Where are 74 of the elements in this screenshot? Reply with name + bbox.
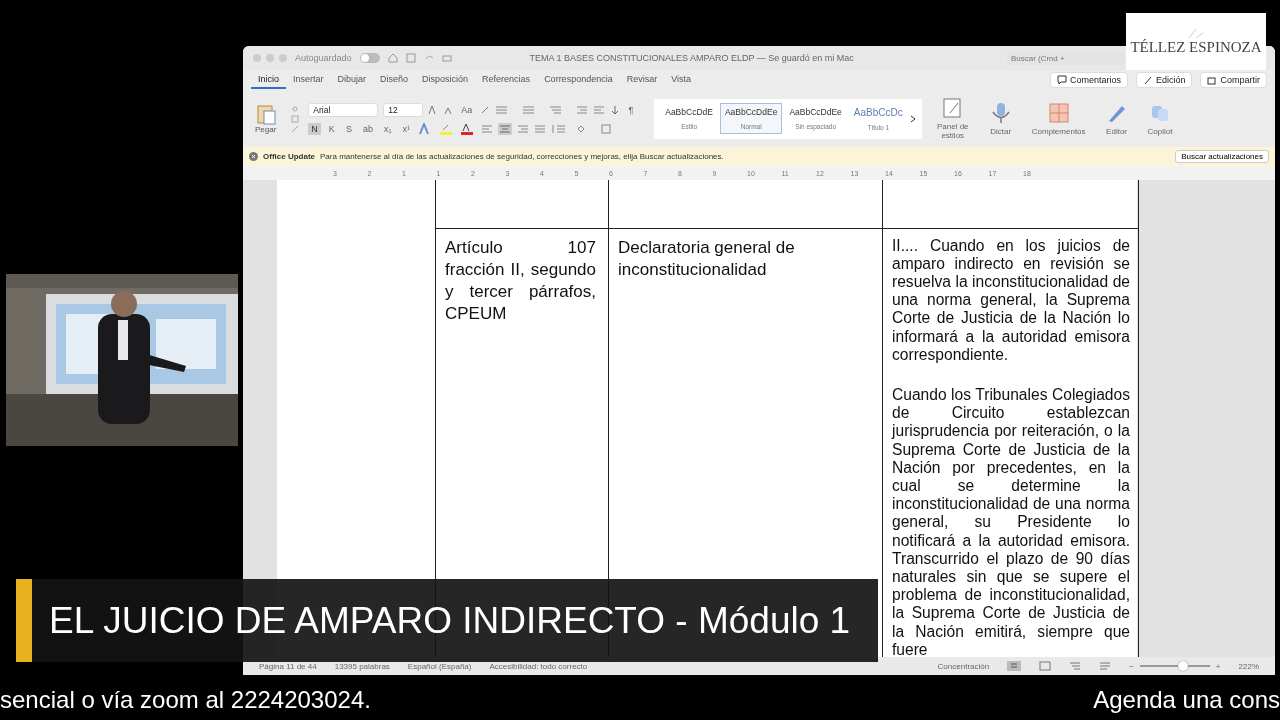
cell-paragraph: II.... Cuando en los juicios de amparo indirecto en revisión se resuelva la inconstitucionalidad de una norma general, la Suprema Corte de Justicia de la Nación lo informará a la autoridad emisora correspondiente. xyxy=(892,236,1130,364)
align-right-icon[interactable] xyxy=(516,123,529,134)
info-bar-message: Para mantenerse al día de las actualizaciones de seguridad, correcciones y mejoras, elija Buscar actualizaciones. xyxy=(320,152,724,161)
outdent-icon[interactable] xyxy=(593,104,606,115)
font-field[interactable]: Arial xyxy=(308,102,379,117)
format-button[interactable]: K xyxy=(325,122,338,135)
ribbon-tool-button[interactable]: Dictar xyxy=(983,100,1018,137)
format-button[interactable]: N xyxy=(308,122,321,135)
banner-title: EL JUICIO DE AMPARO INDIRECTO - Módulo 1 xyxy=(48,599,851,642)
ribbon-tab[interactable]: Vista xyxy=(664,71,699,89)
format-button[interactable]: x¹ xyxy=(399,122,413,135)
zoom-percent: 222% xyxy=(1238,661,1259,671)
ribbon-tool-button[interactable]: Editor xyxy=(1099,100,1134,137)
ribbon-tool-button[interactable]: Copilot xyxy=(1141,100,1179,137)
page-count: Página 11 de 44 xyxy=(259,661,317,671)
header-button[interactable]: Edición xyxy=(1135,72,1193,88)
document-title: TEMA 1 BASES CONSTITUCIONALES AMPARO ELDP — Se guardó en mi Mac xyxy=(529,53,854,63)
search-field[interactable]: Buscar (Cmd + xyxy=(1007,51,1125,65)
autosave-label: Autoguardado xyxy=(295,53,352,63)
autosave-toggle[interactable] xyxy=(359,53,380,63)
ribbon-tab[interactable]: Diseño xyxy=(373,71,416,89)
language: Español (España) xyxy=(407,661,472,671)
ribbon-tab[interactable]: Disposición xyxy=(415,71,476,89)
sort-icon[interactable] xyxy=(610,104,621,115)
align-left-icon[interactable] xyxy=(480,123,493,134)
format-button[interactable]: x₁ xyxy=(380,122,395,135)
chevron-icon[interactable] xyxy=(909,114,916,123)
ribbon-tab[interactable]: Referencias xyxy=(475,71,538,89)
ticker-text: sencial o vía zoom al 2224203024. xyxy=(0,686,371,714)
grid-icon xyxy=(1047,101,1070,124)
change-case-button[interactable]: Aa xyxy=(458,103,476,116)
ribbon-tab[interactable]: Correspondencia xyxy=(537,71,620,89)
save-icon[interactable] xyxy=(405,53,416,63)
header-button[interactable]: Comentarios xyxy=(1049,72,1128,88)
ticker-text: Agenda una cons xyxy=(1093,686,1280,714)
indent-icon[interactable] xyxy=(576,104,589,115)
paragraph-marks-button[interactable]: ¶ xyxy=(625,103,637,116)
header-button[interactable]: Compartir xyxy=(1200,72,1267,88)
print-layout-icon[interactable] xyxy=(1007,661,1022,671)
web-layout-icon[interactable] xyxy=(1039,661,1052,671)
zoom-in-button[interactable]: + xyxy=(1215,661,1221,671)
window-controls[interactable] xyxy=(253,54,287,62)
align-center-icon[interactable] xyxy=(497,122,512,135)
justify-icon[interactable] xyxy=(533,123,546,134)
comment-icon xyxy=(1056,75,1067,85)
draft-icon[interactable] xyxy=(1099,661,1112,671)
table-cell-text: Artículo 107 fracción II, segundo y tercer párrafos, CPEUM xyxy=(445,236,597,325)
zoom-out-button[interactable]: − xyxy=(1129,661,1134,671)
ribbon-tool-button[interactable]: Complementos xyxy=(1025,100,1092,137)
ribbon-tab[interactable]: Insertar xyxy=(286,71,331,89)
size-field[interactable]: 12 xyxy=(383,102,424,117)
ribbon-tab[interactable]: Revisar xyxy=(619,71,665,89)
microphone-icon xyxy=(989,101,1012,124)
ribbon-tool-button[interactable]: Panel de estilos xyxy=(929,96,976,141)
logo-text: TÉLLEZ ESPINOZA xyxy=(1130,39,1262,56)
font-color-icon[interactable] xyxy=(459,122,476,135)
focus-button[interactable]: Concentración xyxy=(937,661,990,671)
word-count: 13395 palabras xyxy=(334,661,390,671)
styles-pane-icon xyxy=(941,97,964,119)
close-icon[interactable] xyxy=(249,152,258,161)
table-cell-text: Declaratoria general de inconstitucionalidad xyxy=(618,236,796,281)
outline-icon[interactable] xyxy=(1069,661,1082,671)
ribbon-tab[interactable]: Inicio xyxy=(251,71,286,89)
accessibility-status: Accesibilidad: todo correcto xyxy=(489,661,588,671)
format-button[interactable]: S xyxy=(342,122,355,135)
format-button[interactable]: ab xyxy=(359,122,376,135)
zoom-thumb[interactable] xyxy=(1178,661,1189,671)
clipboard-icon xyxy=(255,103,276,125)
cell-paragraph: Cuando los Tribunales Colegiados de Circuito establezcan jurisprudencia por reiteración, o la Suprema Corte de Justicia de la Nación por precedentes, en la cual se determine la inconstitucionalidad de una norma general, su Presidente lo notificará a la autoridad emisora. Transcurrido el plazo de 90 días naturales sin que se supere el problema de inconstitucionalidad, la Suprema Corte de Justicia de la Nación emitirá, siempre que fuere xyxy=(892,385,1130,657)
check-updates-button[interactable]: Buscar actualizaciones xyxy=(1175,150,1269,163)
paste-button[interactable]: Pegar xyxy=(249,102,283,135)
info-bar-title: Office Update xyxy=(263,152,315,161)
ribbon-tab[interactable]: Dibujar xyxy=(330,71,374,89)
home-icon[interactable] xyxy=(387,53,398,63)
